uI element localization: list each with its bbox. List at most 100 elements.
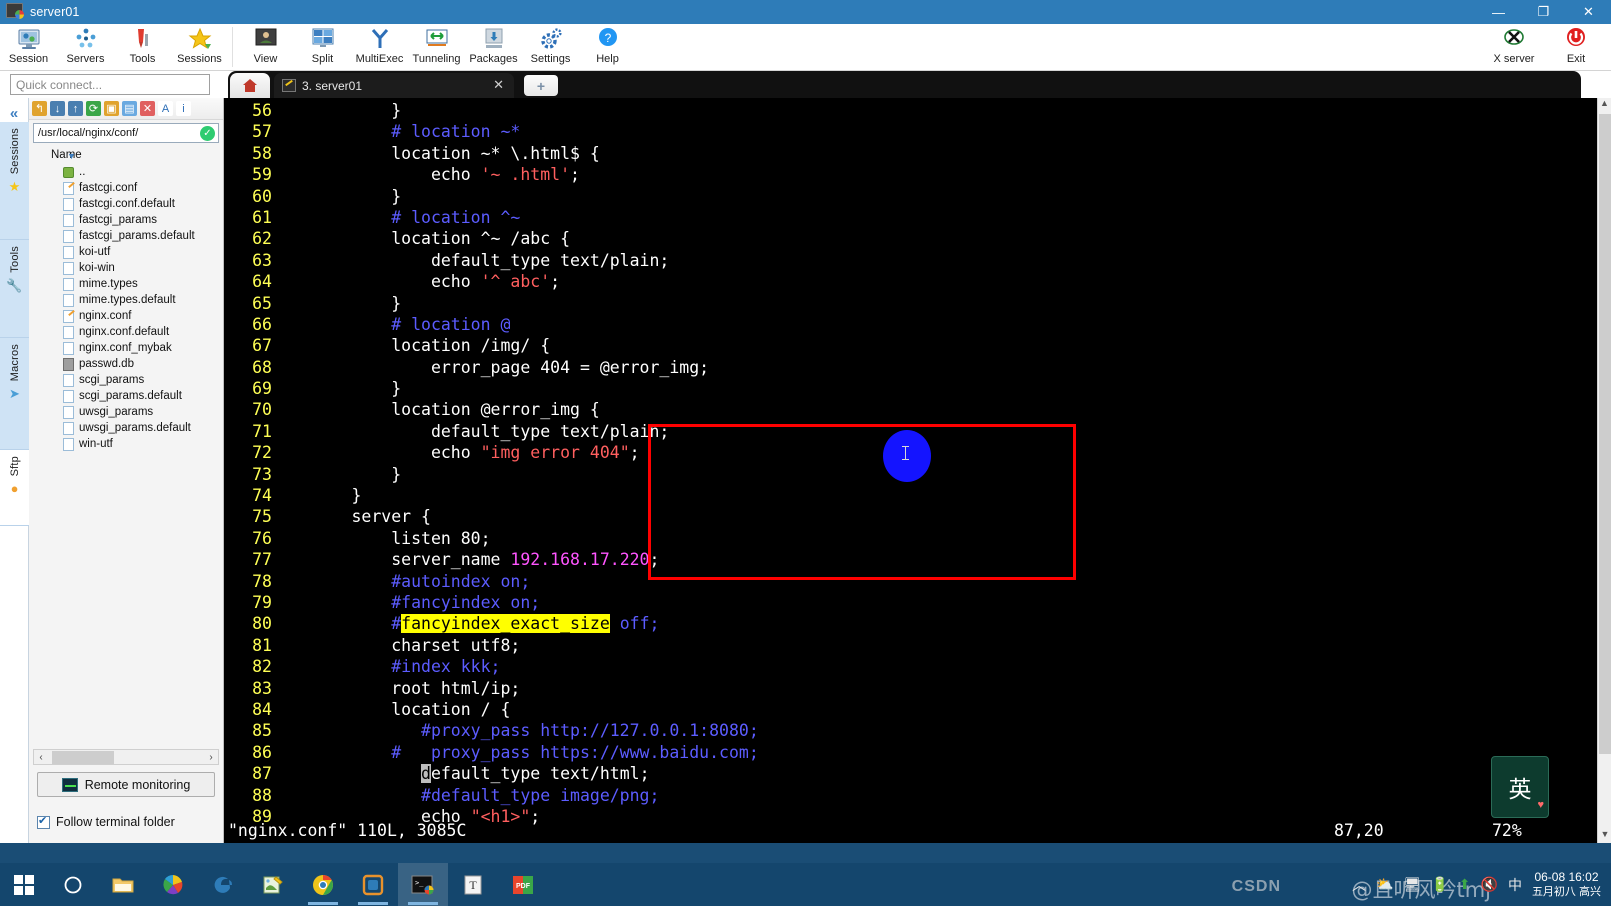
taskbar-pdf-reader[interactable]: PDF bbox=[498, 863, 548, 906]
list-item[interactable]: fastcgi_params.default bbox=[63, 228, 223, 244]
sftp-column-header[interactable]: ▼ Name bbox=[29, 146, 223, 164]
list-item[interactable]: koi-win bbox=[63, 260, 223, 276]
ribbon-item-sessions[interactable]: Sessions bbox=[171, 24, 228, 71]
taskbar-photos[interactable] bbox=[148, 863, 198, 906]
list-item[interactable]: fastcgi_params bbox=[63, 212, 223, 228]
list-item[interactable]: scgi_params bbox=[63, 372, 223, 388]
weather-icon[interactable]: ⛅ bbox=[1376, 876, 1393, 893]
scroll-down-arrow-icon[interactable]: ▼ bbox=[1598, 829, 1611, 843]
scrollbar-thumb[interactable] bbox=[1599, 114, 1611, 754]
ribbon-item-packages[interactable]: Packages bbox=[465, 24, 522, 71]
list-item[interactable]: nginx.conf_mybak bbox=[63, 340, 223, 356]
battery-icon[interactable]: 🔋 bbox=[1431, 876, 1448, 893]
ribbon-item-view[interactable]: View bbox=[237, 24, 294, 71]
quick-connect-input[interactable]: Quick connect... bbox=[10, 74, 210, 95]
ribbon-item-settings[interactable]: Settings bbox=[522, 24, 579, 71]
ime-icon[interactable]: 中 bbox=[1508, 875, 1522, 895]
list-item[interactable]: mime.types bbox=[63, 276, 223, 292]
sftp-file-list[interactable]: .. fastcgi.conf fastcgi.conf.default fas… bbox=[29, 164, 223, 452]
taskbar-typora[interactable]: T bbox=[448, 863, 498, 906]
maximize-button[interactable]: ❐ bbox=[1521, 0, 1566, 24]
text-mode-icon[interactable]: A bbox=[158, 101, 173, 116]
upload-icon[interactable]: ↑ bbox=[68, 101, 83, 116]
ribbon-item-help[interactable]: ? Help bbox=[579, 24, 636, 71]
terminal-view[interactable]: 56 } 57 # location ~* 58 location ~* \.htm… bbox=[224, 98, 1597, 843]
home-tab[interactable] bbox=[230, 73, 270, 98]
collapse-rail-button[interactable]: « bbox=[0, 98, 28, 122]
taskbar-cortana-search[interactable] bbox=[48, 863, 98, 906]
cursor-marker bbox=[883, 430, 931, 482]
rail-item-sessions[interactable]: Sessions ★ bbox=[0, 122, 29, 240]
rail-item-macros[interactable]: Macros ➤ bbox=[0, 338, 29, 450]
taskbar-file-explorer[interactable] bbox=[98, 863, 148, 906]
list-item[interactable]: scgi_params.default bbox=[63, 388, 223, 404]
volume-muted-icon[interactable]: 🔇 bbox=[1481, 876, 1498, 893]
network-icon[interactable]: 🖥 bbox=[1404, 876, 1422, 893]
update-icon[interactable]: ⬆ bbox=[1459, 876, 1471, 893]
new-file-icon[interactable]: ▤ bbox=[122, 101, 137, 116]
taskbar-edge[interactable] bbox=[198, 863, 248, 906]
minimize-button[interactable]: — bbox=[1476, 0, 1521, 24]
start-button[interactable] bbox=[0, 863, 48, 906]
ribbon-item-tunneling[interactable]: Tunneling bbox=[408, 24, 465, 71]
sftp-path-input[interactable]: /usr/local/nginx/conf/ ✓ bbox=[33, 123, 219, 143]
ribbon-item-split[interactable]: Split bbox=[294, 24, 351, 71]
list-item[interactable]: uwsgi_params bbox=[63, 404, 223, 420]
multiexec-icon bbox=[367, 26, 393, 52]
refresh-icon[interactable]: ⟳ bbox=[86, 101, 101, 116]
scrollbar-thumb[interactable] bbox=[52, 750, 114, 764]
scroll-right-arrow-icon[interactable]: › bbox=[204, 752, 218, 763]
file-icon bbox=[63, 373, 74, 387]
scroll-up-arrow-icon[interactable]: ▲ bbox=[1598, 98, 1611, 112]
taskbar-notepad-app[interactable] bbox=[248, 863, 298, 906]
delete-icon[interactable]: ✕ bbox=[140, 101, 155, 116]
list-item[interactable]: win-utf bbox=[63, 436, 223, 452]
taskbar-clock[interactable]: 06-08 16:02 五月初八 高兴 bbox=[1532, 870, 1601, 899]
ribbon-item-multiexec[interactable]: MultiExec bbox=[351, 24, 408, 71]
paper-plane-icon: ➤ bbox=[9, 386, 20, 402]
close-button[interactable]: ✕ bbox=[1566, 0, 1611, 24]
tray-expand-icon[interactable]: ︿ bbox=[1352, 875, 1366, 895]
ribbon-item-x-server[interactable]: X server bbox=[1483, 24, 1545, 71]
file-icon bbox=[63, 181, 74, 195]
i-beam-cursor-icon bbox=[902, 446, 909, 460]
tab-server01[interactable]: 3. server01 ✕ bbox=[274, 73, 514, 98]
list-item[interactable]: mime.types.default bbox=[63, 292, 223, 308]
sftp-horizontal-scrollbar[interactable]: ‹ › bbox=[33, 749, 219, 765]
list-item[interactable]: .. bbox=[63, 164, 223, 180]
list-item[interactable]: nginx.conf bbox=[63, 308, 223, 324]
list-item[interactable]: nginx.conf.default bbox=[63, 324, 223, 340]
taskbar-mobaxterm[interactable]: >_ bbox=[398, 863, 448, 906]
ribbon-item-exit[interactable]: Exit bbox=[1545, 24, 1607, 71]
rail-item-tools[interactable]: Tools 🔧 bbox=[0, 240, 29, 338]
code-segment: # location @ bbox=[272, 314, 511, 334]
follow-terminal-folder-checkbox[interactable] bbox=[37, 814, 50, 829]
info-icon[interactable]: i bbox=[176, 101, 191, 116]
list-item[interactable]: fastcgi.conf.default bbox=[63, 196, 223, 212]
terminal-scrollbar[interactable]: ▲ ▼ bbox=[1597, 98, 1611, 843]
taskbar-chrome[interactable] bbox=[298, 863, 348, 906]
taskbar-vmware[interactable] bbox=[348, 863, 398, 906]
terminal-line: 76 listen 80; bbox=[224, 528, 1597, 549]
terminal-line: 57 # location ~* bbox=[224, 121, 1597, 142]
list-item[interactable]: koi-utf bbox=[63, 244, 223, 260]
new-tab-button[interactable]: + bbox=[524, 75, 558, 96]
new-folder-icon[interactable]: ▣ bbox=[104, 101, 119, 116]
ime-indicator-widget[interactable]: 英 ♥ bbox=[1491, 756, 1549, 818]
line-number: 82 bbox=[252, 657, 272, 677]
download-icon[interactable]: ↓ bbox=[50, 101, 65, 116]
monitor-chart-icon bbox=[61, 777, 78, 792]
list-item[interactable]: uwsgi_params.default bbox=[63, 420, 223, 436]
tab-close-icon[interactable]: ✕ bbox=[493, 77, 504, 93]
list-item[interactable]: passwd.db bbox=[63, 356, 223, 372]
scroll-left-arrow-icon[interactable]: ‹ bbox=[34, 752, 48, 763]
rail-item-sftp[interactable]: Sftp ● bbox=[0, 450, 29, 526]
remote-monitoring-button[interactable]: Remote monitoring bbox=[37, 772, 215, 797]
list-item[interactable]: fastcgi.conf bbox=[63, 180, 223, 196]
upload-parent-icon[interactable]: ↰ bbox=[32, 101, 47, 116]
ribbon-item-tools[interactable]: Tools bbox=[114, 24, 171, 71]
follow-terminal-folder-row[interactable]: Follow terminal folder bbox=[37, 814, 175, 829]
ribbon-item-session[interactable]: Session bbox=[0, 24, 57, 71]
ribbon-item-servers[interactable]: Servers bbox=[57, 24, 114, 71]
tab-strip-row: Quick connect... 3. server01 ✕ + 📎 bbox=[0, 71, 1611, 169]
